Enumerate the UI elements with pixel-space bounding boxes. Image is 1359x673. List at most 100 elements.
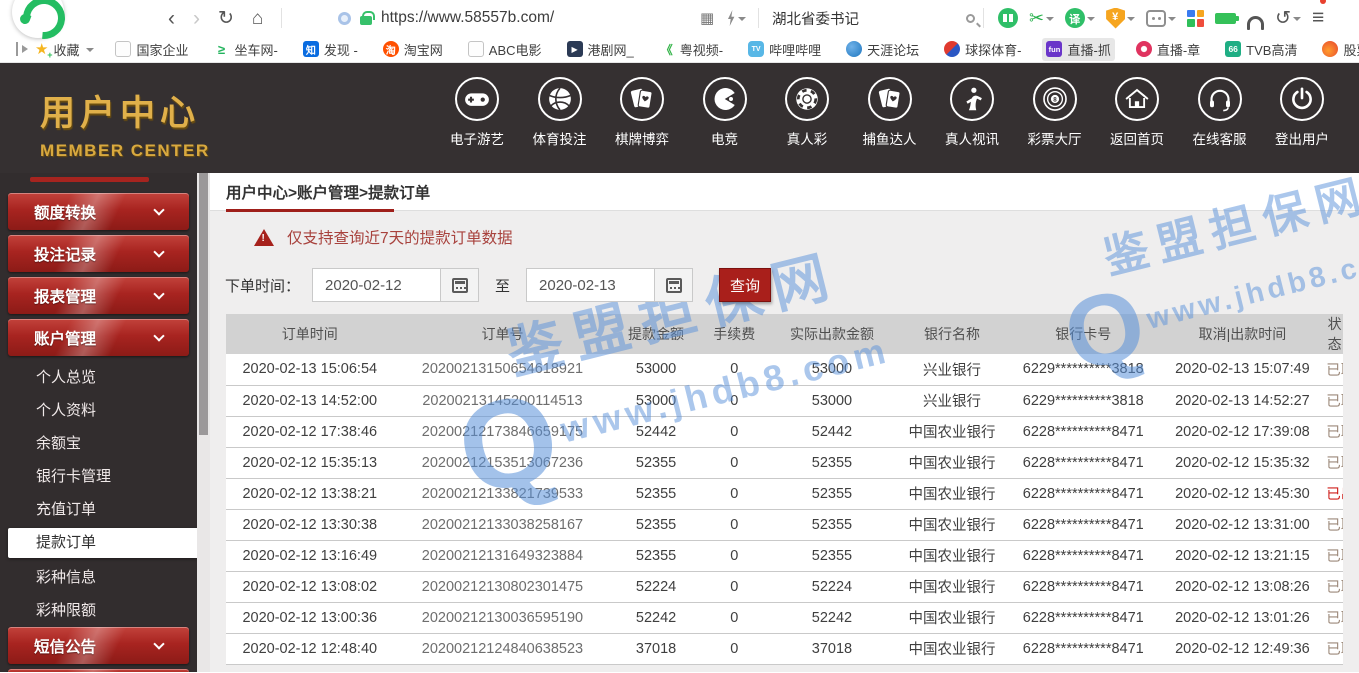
bookmark-item[interactable]: fun直播-抓 [1042,38,1114,61]
sidebar-item[interactable]: 充值订单 [0,493,197,526]
menu-icon[interactable]: ≡ [1312,6,1324,30]
table-cell: 52442 [768,416,896,447]
table-cell: 0 [701,571,768,602]
warning-icon: ! [254,229,274,246]
date-from-input[interactable] [313,277,440,294]
bookmark-label: 粤视频- [680,40,723,59]
bookmark-item[interactable]: 国家企业 [111,38,192,61]
sidebar-group-label: 报表管理 [8,285,96,307]
battery-icon[interactable] [1215,13,1236,24]
site-info-icon[interactable] [338,12,351,25]
table-cell: 2020-02-13 15:06:54 [226,354,394,385]
header-nav-item-8[interactable]: 8彩票大厅 [1016,77,1094,148]
apps-grid-icon[interactable] [1187,10,1204,27]
screenshot-scissors-icon[interactable]: ✂ [1029,8,1054,29]
header-nav-item-1[interactable]: 电子游艺 [438,77,516,148]
calendar-button-from[interactable] [440,269,478,301]
scrollbar-thumb[interactable] [199,173,208,435]
bookmark-item[interactable]: 天涯论坛 [842,38,923,61]
table-cell: 20200213150654618921 [394,354,612,385]
sidebar-item[interactable]: 个人资料 [0,394,197,427]
header-nav-item-2[interactable]: 体育投注 [521,77,599,148]
translate-icon[interactable] [1065,8,1095,28]
wallet-shield-icon[interactable] [1106,8,1135,29]
bookmark-item[interactable]: TV哔哩哔哩 [744,38,825,61]
sidebar-item[interactable]: 彩种限额 [0,594,197,627]
table-cell: 6228**********8471 [1008,633,1159,664]
header-nav-item-10[interactable]: 在线客服 [1181,77,1259,148]
header-nav-item-4[interactable]: 电竞 [686,77,764,148]
header-nav-label: 真人视讯 [945,128,999,148]
url-text[interactable]: https://www.58557b.com/ [381,9,554,27]
sidebar-group[interactable]: 额度转换 [8,193,189,230]
sidebar-group[interactable]: 账户管理 [8,319,189,356]
undo-icon[interactable]: ↺ [1275,7,1301,30]
date-to-field [526,268,693,302]
status-cell: 已出款 [1326,478,1343,509]
reader-mode-icon[interactable] [998,8,1018,28]
column-header: 取消|出款时间 [1159,314,1327,354]
date-to-input[interactable] [527,277,654,294]
header-nav-item-5[interactable]: 真人彩 [768,77,846,148]
status-cell: 已取消 [1326,509,1343,540]
quick-access-icon[interactable] [726,10,746,26]
header-nav-item-6[interactable]: 捕鱼达人 [851,77,929,148]
back-icon[interactable]: ‹ [168,8,175,29]
sidebar-scrollbar[interactable] [197,173,210,672]
table-cell: 52224 [768,571,896,602]
table-cell: 52355 [768,509,896,540]
bookmark-item[interactable]: 66TVB高清 [1221,38,1301,61]
star-icon: ★ [35,40,48,58]
sidebar-group-partial[interactable] [8,669,189,672]
favorites-button[interactable]: ★ 收藏 [35,40,94,59]
bookmark-item[interactable]: 知发现 - [299,38,362,61]
bookmark-label: 股票首页 [1343,40,1359,59]
bookmark-item[interactable]: ▶港剧网_ [563,38,638,61]
sidebar-item[interactable]: 个人总览 [0,361,197,394]
sidebar-group[interactable]: 短信公告 [8,627,189,664]
header-nav-item-9[interactable]: 返回首页 [1098,77,1176,148]
bookmark-item[interactable]: 球探体育- [940,38,1025,61]
bookmark-item[interactable]: ≥坐车网- [209,38,281,61]
header-nav-item-3[interactable]: 棋牌博弈 [603,77,681,148]
games-box-icon[interactable] [1146,10,1176,27]
status-cell: 已取消 [1326,354,1343,385]
table-cell: 0 [701,602,768,633]
table-cell: 0 [701,354,768,385]
qr-code-icon[interactable]: ▦ [700,9,714,27]
sidebar-item[interactable]: 彩种信息 [0,561,197,594]
address-bar[interactable]: https://www.58557b.com/ [338,0,554,36]
table-cell: 中国农业银行 [896,509,1008,540]
forward-icon[interactable]: › [193,8,200,29]
sidebar-group[interactable]: 投注记录 [8,235,189,272]
browser-toolbar: ‹ › ↻ ⌂ https://www.58557b.com/ ▦ ✂ [0,0,1359,36]
bookmarks-panel-icon[interactable] [16,42,18,56]
sidebar-item[interactable]: 银行卡管理 [0,460,197,493]
calendar-icon [666,278,682,293]
bookmark-item[interactable]: 淘淘宝网 [379,38,447,61]
bookmark-item[interactable]: 股票首页 [1318,38,1359,61]
table-cell: 6228**********8471 [1008,571,1159,602]
query-button[interactable]: 查询 [719,268,771,302]
refresh-icon[interactable]: ↻ [218,9,234,28]
calendar-button-to[interactable] [654,269,692,301]
breadcrumb-bar: 用户中心>账户管理>提款订单 [210,173,1359,211]
table-row: 2020-02-12 13:30:38202002121330382581675… [226,509,1343,540]
browser-logo-icon[interactable] [12,0,64,38]
bookmark-item[interactable]: ABC电影 [464,38,546,61]
table-cell: 20200212173846659175 [394,416,612,447]
browser-search-input[interactable] [772,10,966,26]
column-header: 银行卡号 [1008,314,1159,354]
bookmark-item[interactable]: 直播-章 [1132,38,1204,61]
table-cell: 52242 [768,602,896,633]
headphones-icon[interactable] [1247,11,1264,26]
sidebar-item[interactable]: 提款订单 [8,528,197,558]
search-icon[interactable] [966,14,975,23]
sidebar-item[interactable]: 余额宝 [0,427,197,460]
home-icon-browser[interactable]: ⌂ [252,9,263,28]
header-nav-item-11[interactable]: 登出用户 [1263,77,1341,148]
bookmark-item[interactable]: 《粤视频- [655,38,727,61]
table-cell: 中国农业银行 [896,416,1008,447]
header-nav-item-7[interactable]: 真人视讯 [933,77,1011,148]
sidebar-group[interactable]: 报表管理 [8,277,189,314]
